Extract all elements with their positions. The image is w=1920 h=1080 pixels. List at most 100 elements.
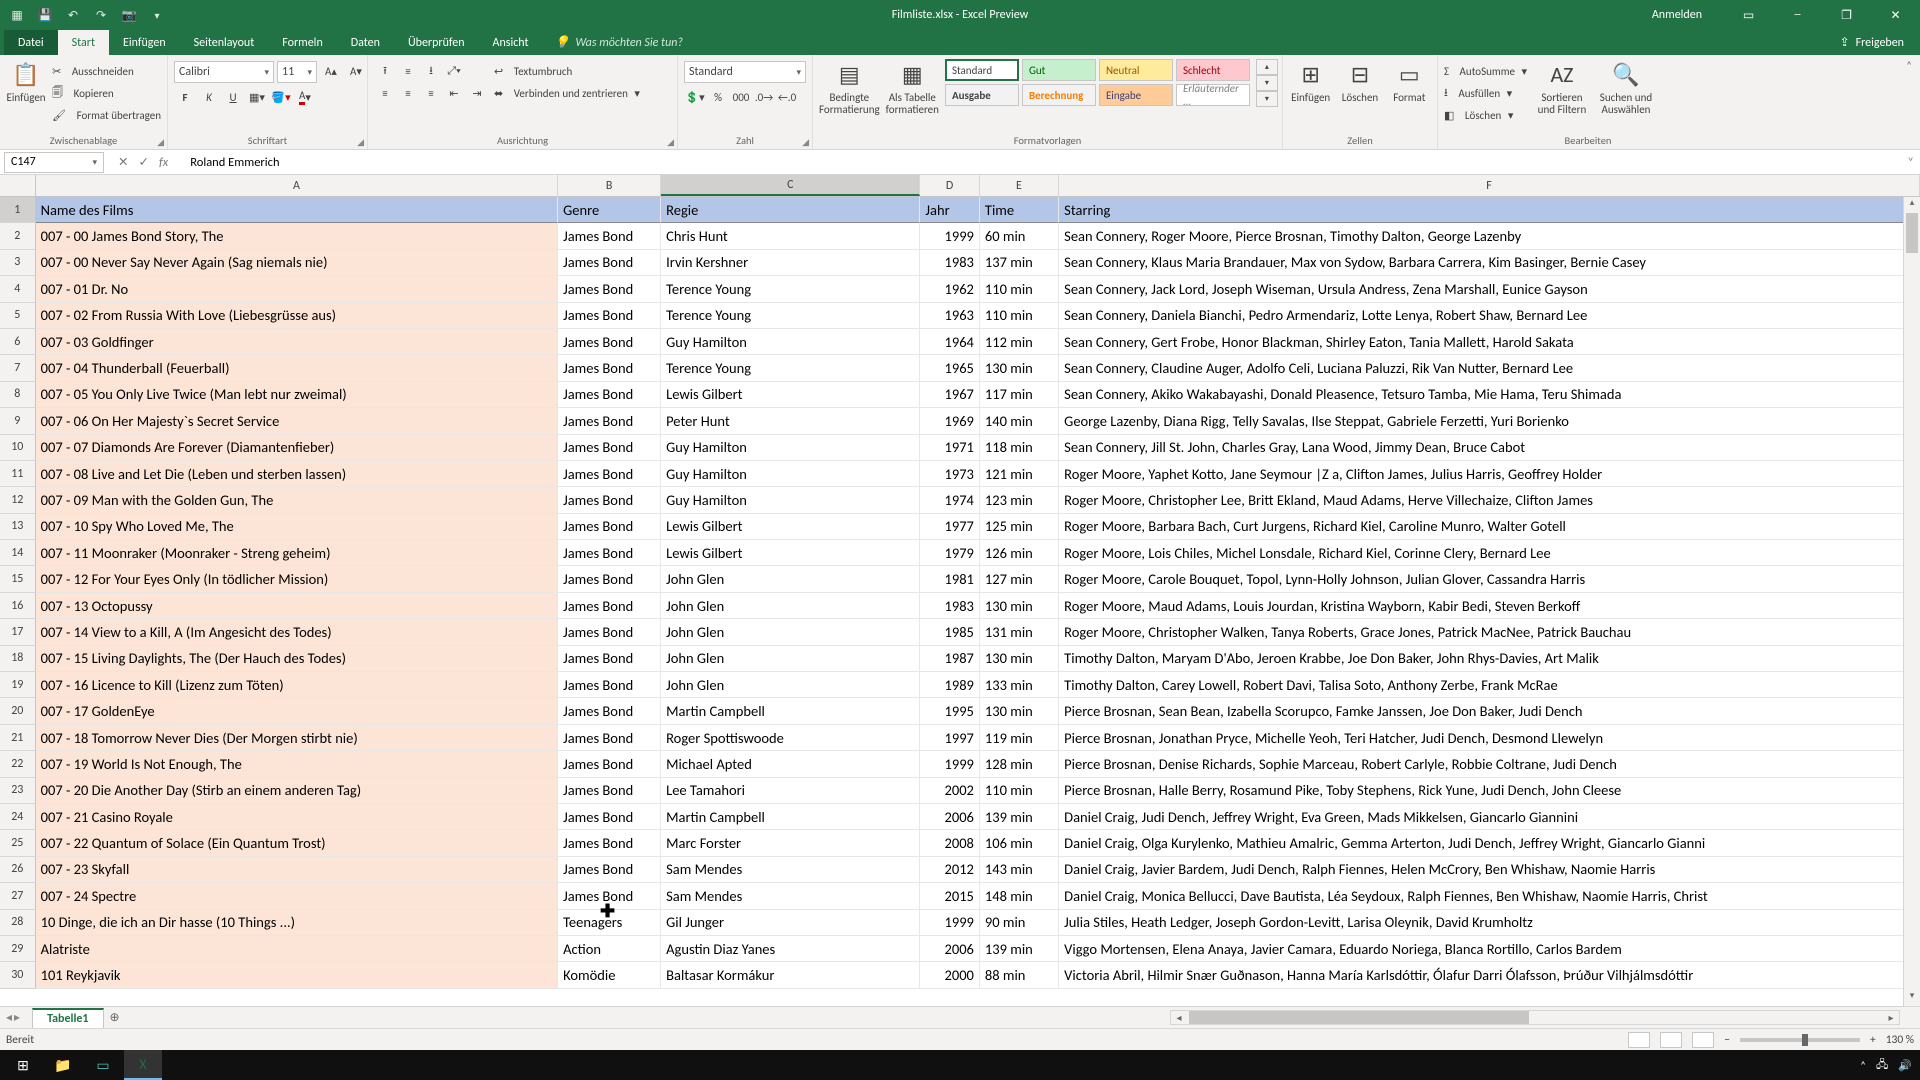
col-header-a[interactable]: A	[36, 175, 559, 196]
autosum-button[interactable]: Σ AutoSumme ▾	[1444, 61, 1527, 81]
tray-expand-icon[interactable]: ˄	[1860, 1059, 1866, 1072]
cell[interactable]: 127 min	[980, 566, 1059, 592]
cell[interactable]: 125 min	[980, 514, 1059, 540]
percent-icon[interactable]: %	[707, 87, 729, 107]
cell[interactable]: Lewis Gilbert	[661, 540, 920, 566]
cell[interactable]: Viggo Mortensen, Elena Anaya, Javier Cam…	[1059, 936, 1920, 962]
delete-cells-button[interactable]: ⊟Löschen	[1338, 59, 1381, 104]
zoom-out-icon[interactable]: −	[1724, 1033, 1730, 1047]
cut-button[interactable]: ✂ Ausschneiden	[52, 61, 161, 81]
cell[interactable]: John Glen	[661, 646, 920, 672]
row-header[interactable]: 20	[0, 698, 36, 724]
row-header[interactable]: 19	[0, 672, 36, 698]
cell[interactable]: 112 min	[980, 329, 1059, 355]
font-launcher-icon[interactable]: ◢	[357, 137, 364, 148]
cell[interactable]: James Bond	[558, 804, 661, 830]
style-gut[interactable]: Gut	[1022, 59, 1096, 81]
row-header[interactable]: 15	[0, 566, 36, 592]
gallery-down-icon[interactable]: ▾	[1256, 75, 1278, 91]
currency-icon[interactable]: 💲▾	[684, 87, 706, 107]
cell[interactable]: 139 min	[980, 804, 1059, 830]
cell[interactable]: George Lazenby, Diana Rigg, Telly Savala…	[1059, 408, 1920, 434]
bold-icon[interactable]: F	[174, 87, 196, 107]
row-header[interactable]: 13	[0, 514, 36, 540]
cell[interactable]: 2006	[920, 804, 979, 830]
hscroll-thumb[interactable]	[1189, 1011, 1529, 1024]
col-header-e[interactable]: E	[980, 175, 1059, 196]
cell[interactable]: 1973	[920, 461, 979, 487]
cell[interactable]: 137 min	[980, 250, 1059, 276]
cell[interactable]: 10 Dinge, die ich an Dir hasse (10 Thing…	[36, 910, 558, 936]
row-header[interactable]: 8	[0, 382, 36, 408]
cell[interactable]: 007 - 02 From Russia With Love (Liebesgr…	[36, 303, 558, 329]
cell[interactable]: Jahr	[920, 197, 979, 223]
cell[interactable]: 148 min	[980, 883, 1059, 909]
cell[interactable]: 130 min	[980, 646, 1059, 672]
cell[interactable]: James Bond	[558, 276, 661, 302]
cell[interactable]: 128 min	[980, 751, 1059, 777]
cell[interactable]: Michael Apted	[661, 751, 920, 777]
number-launcher-icon[interactable]: ◢	[802, 137, 809, 148]
grow-font-icon[interactable]: A▴	[320, 61, 342, 81]
cell[interactable]: 1997	[920, 725, 979, 751]
cell[interactable]: Sean Connery, Akiko Wakabayashi, Donald …	[1059, 382, 1920, 408]
cell[interactable]: Roger Moore, Barbara Bach, Curt Jurgens,…	[1059, 514, 1920, 540]
cell[interactable]: 007 - 06 On Her Majesty`s Secret Service	[36, 408, 558, 434]
app-icon[interactable]: ▭	[84, 1050, 122, 1080]
cell[interactable]: 2000	[920, 962, 979, 988]
view-normal-icon[interactable]	[1628, 1032, 1650, 1048]
select-all-corner[interactable]	[0, 175, 36, 196]
row-header[interactable]: 17	[0, 619, 36, 645]
cell[interactable]: John Glen	[661, 672, 920, 698]
share-button[interactable]: ⇪ Freigeben	[1824, 30, 1920, 55]
tab-pagelayout[interactable]: Seitenlayout	[180, 30, 269, 55]
cell[interactable]: 007 - 10 Spy Who Loved Me, The	[36, 514, 558, 540]
cell[interactable]: 1965	[920, 355, 979, 381]
redo-icon[interactable]: ↷	[92, 6, 110, 24]
fill-color-icon[interactable]: 🪣▾	[270, 87, 292, 107]
cell[interactable]: Terence Young	[661, 276, 920, 302]
cell[interactable]: James Bond	[558, 514, 661, 540]
row-header[interactable]: 24	[0, 804, 36, 830]
cell[interactable]: Sam Mendes	[661, 883, 920, 909]
cancel-formula-icon[interactable]: ✕	[118, 154, 128, 170]
tray-volume-icon[interactable]: 🔊	[1898, 1059, 1912, 1072]
style-neutral[interactable]: Neutral	[1099, 59, 1173, 81]
cell[interactable]: Sean Connery, Jill St. John, Charles Gra…	[1059, 435, 1920, 461]
cell[interactable]: Peter Hunt	[661, 408, 920, 434]
view-pagelayout-icon[interactable]	[1660, 1032, 1682, 1048]
cell[interactable]: 1985	[920, 619, 979, 645]
cell[interactable]: Roger Moore, Lois Chiles, Michel Lonsdal…	[1059, 540, 1920, 566]
cell[interactable]: Daniel Craig, Judi Dench, Jeffrey Wright…	[1059, 804, 1920, 830]
cell[interactable]: Sam Mendes	[661, 857, 920, 883]
cell[interactable]: Terence Young	[661, 303, 920, 329]
cell[interactable]: James Bond	[558, 461, 661, 487]
row-header[interactable]: 16	[0, 593, 36, 619]
name-box[interactable]: C147▾	[4, 152, 104, 173]
col-header-d[interactable]: D	[920, 175, 979, 196]
cell[interactable]: James Bond	[558, 751, 661, 777]
start-button[interactable]: ⊞	[4, 1050, 42, 1080]
style-schlecht[interactable]: Schlecht	[1176, 59, 1250, 81]
cell[interactable]: 007 - 04 Thunderball (Feuerball)	[36, 355, 558, 381]
find-select-button[interactable]: 🔍Suchen und Auswählen	[1597, 59, 1655, 116]
close-icon[interactable]: ✕	[1873, 0, 1918, 30]
cell[interactable]: Roger Moore, Yaphet Kotto, Jane Seymour …	[1059, 461, 1920, 487]
cell[interactable]: 1989	[920, 672, 979, 698]
cell[interactable]: Baltasar Kormákur	[661, 962, 920, 988]
inc-decimal-icon[interactable]: .0→	[753, 87, 775, 107]
cell[interactable]: Sean Connery, Daniela Bianchi, Pedro Arm…	[1059, 303, 1920, 329]
cell[interactable]: 121 min	[980, 461, 1059, 487]
cell[interactable]: 1999	[920, 751, 979, 777]
cell[interactable]: James Bond	[558, 329, 661, 355]
cell[interactable]: John Glen	[661, 593, 920, 619]
italic-icon[interactable]: K	[198, 87, 220, 107]
cell[interactable]: 110 min	[980, 778, 1059, 804]
border-icon[interactable]: ▦▾	[246, 87, 268, 107]
cell[interactable]: Timothy Dalton, Maryam D'Abo, Jeroen Kra…	[1059, 646, 1920, 672]
cell[interactable]: James Bond	[558, 408, 661, 434]
cell[interactable]: James Bond	[558, 725, 661, 751]
row-header[interactable]: 10	[0, 435, 36, 461]
cell[interactable]: 1999	[920, 910, 979, 936]
row-header[interactable]: 11	[0, 461, 36, 487]
